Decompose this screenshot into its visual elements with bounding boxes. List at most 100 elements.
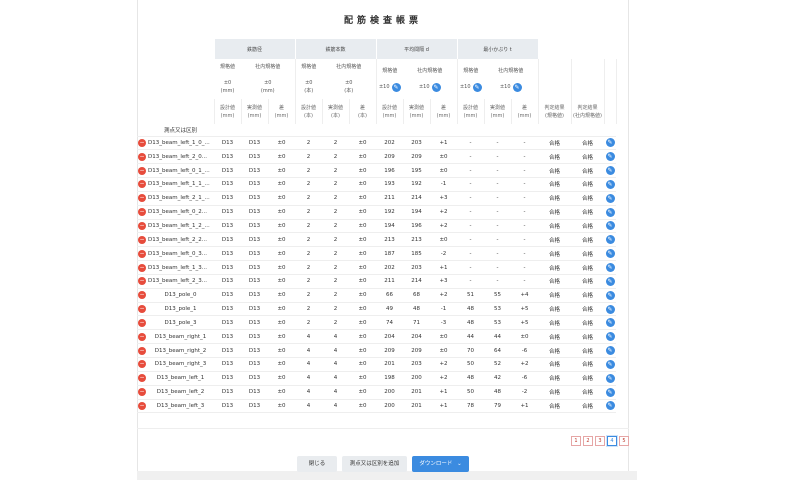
minus-circle-icon[interactable]: −: [138, 277, 146, 286]
minus-circle-icon[interactable]: −: [138, 221, 146, 230]
cell-s1: 209: [376, 149, 403, 165]
page-5-button[interactable]: 5: [619, 436, 629, 446]
page-1-button[interactable]: 1: [571, 436, 581, 446]
cell-v1: -: [457, 163, 484, 179]
cell-s2: 195: [403, 163, 430, 179]
table-row: − D13_pole_1 D13 D13 ±0 2 2 ±0 49 48 -1 48 53 +5 合格 合格 ✎: [137, 302, 616, 317]
minus-circle-icon[interactable]: −: [138, 346, 146, 355]
download-button[interactable]: ダウンロード ⌄: [412, 456, 469, 472]
minus-circle-icon[interactable]: −: [138, 360, 146, 369]
page-2-button[interactable]: 2: [583, 436, 593, 446]
cell-d1: D13: [214, 399, 241, 414]
minus-circle-icon[interactable]: −: [138, 194, 146, 203]
minus-circle-icon[interactable]: −: [138, 208, 146, 217]
cell-vd: -: [511, 191, 538, 206]
minus-circle-icon[interactable]: −: [138, 332, 146, 341]
pencil-icon[interactable]: ✎: [605, 318, 615, 328]
pencil-icon[interactable]: ✎: [605, 179, 615, 189]
cell-d1: D13: [214, 191, 241, 206]
pencil-icon[interactable]: ✎: [605, 152, 615, 162]
minus-circle-icon[interactable]: −: [138, 263, 146, 272]
cell-s1: 211: [376, 191, 403, 206]
spec-dia-std: ±0 (mm): [220, 80, 235, 94]
cell-c2: 2: [322, 177, 349, 192]
cell-cd: ±0: [349, 260, 376, 275]
cell-s2: 203: [403, 136, 430, 151]
cell-v1: 44: [457, 329, 484, 345]
page-3-button[interactable]: 3: [595, 436, 605, 446]
minus-circle-icon[interactable]: −: [138, 401, 146, 410]
cell-j1: 合格: [538, 274, 571, 289]
pencil-icon[interactable]: ✎: [391, 82, 401, 92]
cell-d2: D13: [241, 357, 268, 372]
pencil-icon[interactable]: ✎: [605, 276, 615, 286]
col-name-header: 測点又は区別: [147, 124, 214, 137]
cell-c2: 2: [322, 274, 349, 289]
minus-circle-icon[interactable]: −: [138, 305, 146, 314]
table-row: − D13_beam_left_2_2... D13 D13 ±0 2 2 ±0 213 213 ±…: [137, 232, 616, 248]
cell-dd: ±0: [268, 357, 295, 372]
cell-vd: -: [511, 219, 538, 234]
minus-circle-icon[interactable]: −: [138, 291, 146, 300]
cell-j1: 合格: [538, 357, 571, 372]
pencil-icon[interactable]: ✎: [605, 359, 615, 369]
cell-v2: -: [484, 149, 511, 165]
pencil-icon[interactable]: ✎: [605, 401, 615, 411]
cell-sd: +3: [430, 274, 457, 289]
cell-c1: 2: [295, 219, 322, 234]
row-name: D13_beam_left_1_2_...: [147, 219, 214, 234]
minus-circle-icon[interactable]: −: [138, 166, 146, 175]
add-station-button[interactable]: 測点又は区別を追加: [342, 456, 407, 472]
pencil-icon[interactable]: ✎: [431, 82, 441, 92]
minus-circle-icon[interactable]: −: [138, 235, 146, 244]
cell-v2: -: [484, 163, 511, 179]
cell-s1: 193: [376, 177, 403, 192]
pencil-icon[interactable]: ✎: [605, 138, 615, 148]
pencil-icon[interactable]: ✎: [605, 235, 615, 245]
close-button[interactable]: 閉じる: [297, 456, 337, 472]
pencil-icon[interactable]: ✎: [512, 82, 522, 92]
cell-s2: 192: [403, 177, 430, 192]
pencil-icon[interactable]: ✎: [605, 387, 615, 397]
pencil-icon[interactable]: ✎: [605, 193, 615, 203]
pencil-icon[interactable]: ✎: [605, 249, 615, 259]
pencil-icon[interactable]: ✎: [605, 290, 615, 300]
cell-c1: 2: [295, 149, 322, 165]
minus-circle-icon[interactable]: −: [138, 249, 146, 258]
spec-spacing-internal: ±10: [418, 84, 430, 90]
pencil-icon[interactable]: ✎: [605, 263, 615, 273]
cell-j2: 合格: [571, 315, 604, 331]
minus-circle-icon[interactable]: −: [138, 388, 146, 397]
cell-v2: 55: [484, 288, 511, 303]
page-4-button[interactable]: 4: [607, 436, 617, 446]
pencil-icon[interactable]: ✎: [605, 166, 615, 176]
table-row: − D13_beam_left_0_1_... D13 D13 ±0 2 2 ±0 196 195…: [137, 163, 616, 179]
pencil-icon[interactable]: ✎: [605, 332, 615, 342]
pencil-icon[interactable]: ✎: [605, 207, 615, 217]
cell-d2: D13: [241, 219, 268, 234]
cell-s1: 66: [376, 288, 403, 303]
pencil-icon[interactable]: ✎: [605, 221, 615, 231]
pencil-icon[interactable]: ✎: [605, 346, 615, 356]
cell-j1: 合格: [538, 315, 571, 331]
pencil-icon[interactable]: ✎: [605, 373, 615, 383]
cell-d1: D13: [214, 315, 241, 331]
cell-j1: 合格: [538, 385, 571, 400]
pencil-icon[interactable]: ✎: [472, 82, 482, 92]
group-header-spacing: 平均間隔 d: [376, 39, 458, 59]
minus-circle-icon[interactable]: −: [138, 318, 146, 327]
pencil-icon[interactable]: ✎: [605, 304, 615, 314]
cell-c2: 2: [322, 232, 349, 248]
cell-v1: 50: [457, 357, 484, 372]
cell-cd: ±0: [349, 232, 376, 248]
minus-circle-icon[interactable]: −: [138, 152, 146, 161]
cell-d2: D13: [241, 246, 268, 262]
cell-vd: -: [511, 274, 538, 289]
cell-dd: ±0: [268, 177, 295, 192]
cell-dd: ±0: [268, 302, 295, 317]
minus-circle-icon[interactable]: −: [138, 138, 146, 147]
cell-s2: 209: [403, 149, 430, 165]
cell-j2: 合格: [571, 163, 604, 179]
minus-circle-icon[interactable]: −: [138, 374, 146, 383]
minus-circle-icon[interactable]: −: [138, 180, 146, 189]
